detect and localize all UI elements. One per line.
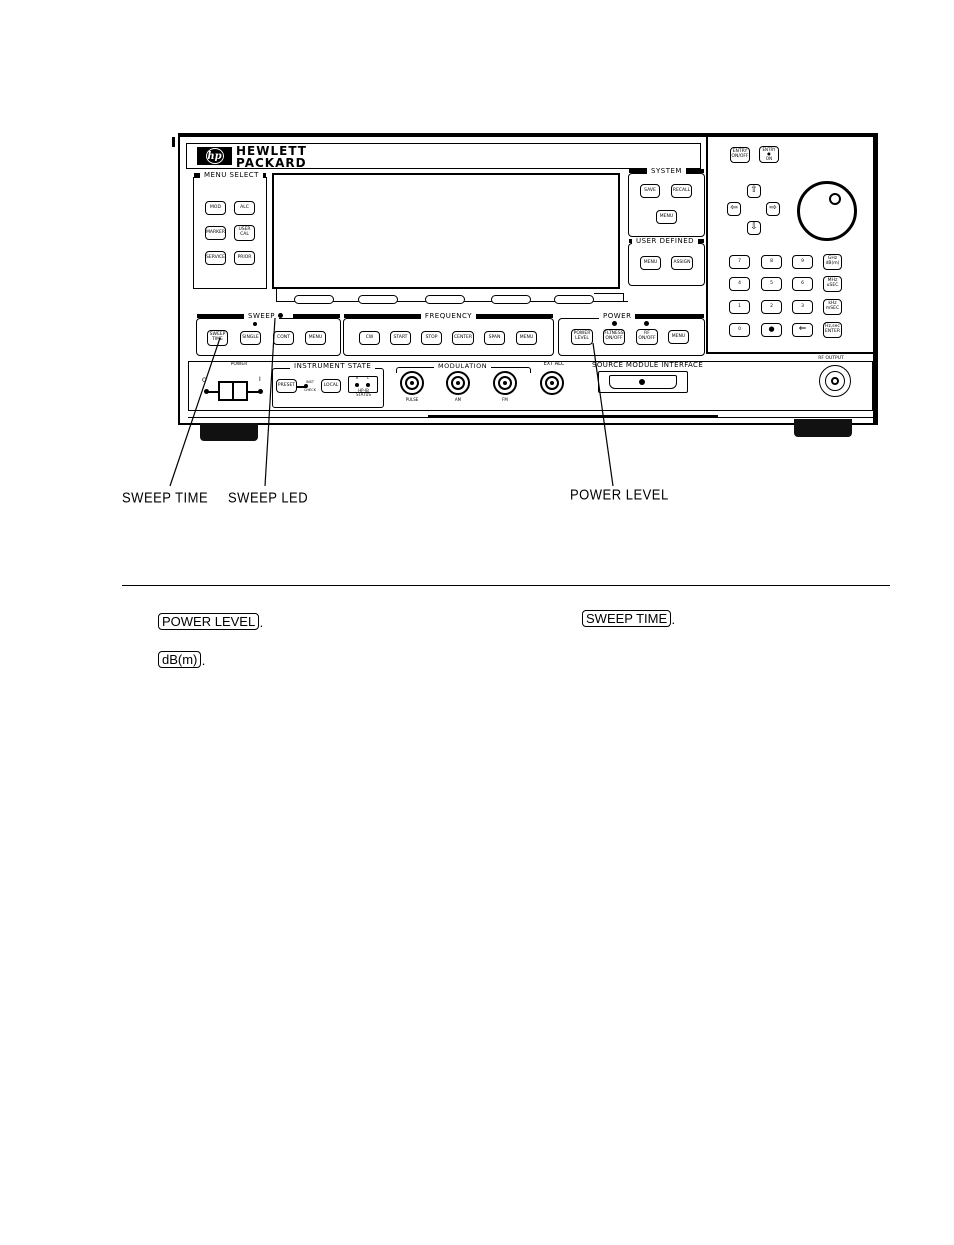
callout-power-level: POWER LEVEL bbox=[570, 486, 669, 503]
inline-key-power-level: POWER LEVEL bbox=[158, 613, 263, 630]
callout-sweep-time: SWEEP TIME bbox=[122, 489, 209, 506]
leader-sweep-led bbox=[264, 317, 276, 487]
section-divider bbox=[122, 585, 890, 586]
callout-sweep-led: SWEEP LED bbox=[228, 489, 309, 506]
leader-sweep-time bbox=[169, 337, 221, 487]
callout-leaders bbox=[169, 317, 614, 487]
inline-key-dbm: dB(m) bbox=[158, 651, 206, 668]
leader-power-level bbox=[592, 342, 614, 487]
inline-key-sweep-time: SWEEP TIME bbox=[582, 610, 675, 627]
